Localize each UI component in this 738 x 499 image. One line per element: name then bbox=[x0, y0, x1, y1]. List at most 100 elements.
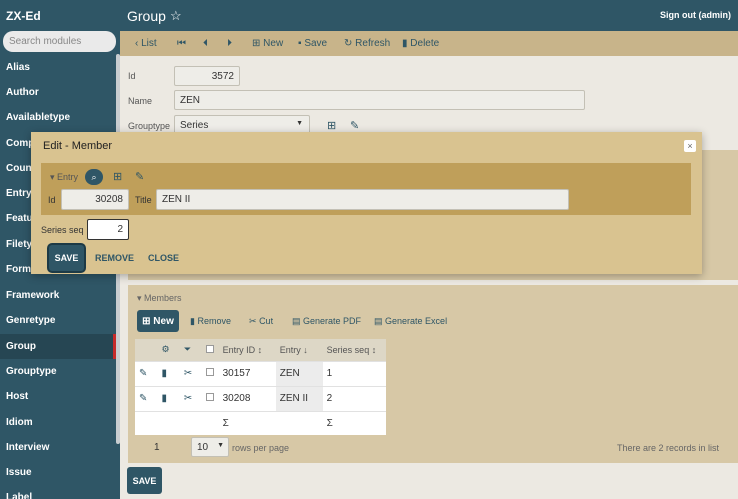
edit-row-icon[interactable]: ✎ bbox=[135, 386, 158, 412]
sum-series-seq: Σ bbox=[322, 411, 386, 437]
sidebar-item-group[interactable]: Group bbox=[0, 334, 116, 359]
sidebar-item-idiom[interactable]: Idiom bbox=[0, 410, 116, 435]
seriesseq-label: Series seq bbox=[41, 225, 84, 235]
module-search-input[interactable]: Search modules bbox=[3, 31, 116, 52]
sum-entry-id: Σ bbox=[218, 411, 276, 437]
generate-excel-button[interactable]: ▤ Generate Excel bbox=[374, 316, 447, 327]
select-all-checkbox[interactable] bbox=[202, 339, 219, 362]
cell-entry-id: 30208 bbox=[218, 386, 276, 412]
members-new-button[interactable]: ⊞ New bbox=[137, 310, 179, 332]
new-label: New bbox=[263, 38, 284, 49]
new-button[interactable]: ⊞ New bbox=[252, 38, 283, 49]
close-icon[interactable]: × bbox=[684, 140, 696, 152]
delete-button[interactable]: ▮ Delete bbox=[402, 38, 439, 49]
grouptype-value: Series bbox=[180, 120, 209, 131]
name-label: Name bbox=[128, 96, 153, 106]
search-entry-icon[interactable]: ⌕ bbox=[85, 169, 103, 185]
refresh-label: Refresh bbox=[355, 38, 391, 49]
list-button[interactable]: ‹ List bbox=[135, 38, 157, 49]
sidebar-item-grouptype[interactable]: Grouptype bbox=[0, 359, 116, 384]
edit-member-dialog: Edit - Member × ▾ Entry ⌕ ⊞ ✎ Id 30208 T… bbox=[31, 132, 702, 274]
cut-row-icon[interactable]: ✂ bbox=[179, 386, 203, 412]
sidebar-item-alias[interactable]: Alias bbox=[0, 55, 116, 80]
sort-icon: ↕ bbox=[371, 344, 377, 355]
dialog-id-label: Id bbox=[48, 195, 56, 205]
members-table: ⚙ ⏷ Entry ID ↕ Entry ↓ Series seq ↕ ✎ ▮ … bbox=[135, 339, 386, 437]
id-field[interactable]: 3572 bbox=[174, 66, 240, 86]
cell-series-seq: 1 bbox=[322, 361, 386, 387]
rows-per-page-select[interactable]: 10 ▼ bbox=[191, 437, 229, 457]
dialog-title-field[interactable]: ZEN II bbox=[156, 189, 569, 210]
sum-spacer bbox=[135, 411, 219, 437]
members-heading[interactable]: ▾ Members bbox=[137, 293, 182, 304]
members-remove-button[interactable]: ▮ Remove bbox=[190, 316, 231, 327]
rows-per-page-label: rows per page bbox=[232, 443, 290, 453]
members-new-label: New bbox=[153, 316, 174, 327]
edit-entry-icon[interactable]: ✎ bbox=[135, 170, 144, 183]
save-label: Save bbox=[304, 38, 328, 49]
col-series-seq-label: Series seq bbox=[326, 344, 370, 355]
dropdown-arrow-icon: ▼ bbox=[217, 442, 224, 449]
save-button[interactable]: ▪ Save bbox=[298, 38, 327, 49]
delete-row-icon[interactable]: ▮ bbox=[157, 386, 180, 412]
sidebar-item-interview[interactable]: Interview bbox=[0, 435, 116, 460]
first-page-icon[interactable]: ⏮ bbox=[177, 38, 186, 49]
sidebar-item-framework[interactable]: Framework bbox=[0, 283, 116, 308]
dialog-id-field[interactable]: 30208 bbox=[61, 189, 129, 210]
cell-series-seq: 2 bbox=[322, 386, 386, 412]
add-entry-icon[interactable]: ⊞ bbox=[113, 170, 122, 183]
filter-icon[interactable]: ⏷ bbox=[179, 339, 203, 362]
current-page[interactable]: 1 bbox=[154, 442, 160, 453]
next-page-icon[interactable]: ⏵ bbox=[227, 38, 232, 49]
edit-row-icon[interactable]: ✎ bbox=[135, 361, 158, 387]
table-sum-row: Σ Σ bbox=[135, 411, 386, 437]
signout-link[interactable]: Sign out (admin) bbox=[660, 10, 731, 20]
sidebar-item-label[interactable]: Label bbox=[0, 485, 116, 499]
pdf-icon: ▤ bbox=[292, 316, 301, 326]
refresh-button[interactable]: ↻ Refresh bbox=[344, 38, 390, 49]
chevron-left-icon: ‹ bbox=[135, 38, 139, 49]
seriesseq-field[interactable]: 2 bbox=[87, 219, 129, 240]
footer-save-button[interactable]: SAVE bbox=[127, 467, 162, 494]
toolbar: ‹ List ⏮ ⏴ ⏵ ⊞ New ▪ Save ↻ Refresh ▮ De… bbox=[120, 31, 738, 56]
dialog-save-button[interactable]: SAVE bbox=[49, 245, 84, 271]
records-info: There are 2 records in list bbox=[616, 443, 719, 453]
entry-section-toggle[interactable]: ▾ Entry bbox=[50, 172, 78, 183]
favorite-star-icon[interactable]: ☆ bbox=[170, 8, 182, 24]
row-checkbox[interactable] bbox=[202, 361, 219, 387]
previous-page-icon[interactable]: ⏴ bbox=[203, 38, 208, 49]
dialog-close-button[interactable]: CLOSE bbox=[148, 253, 179, 263]
app-brand: ZX-Ed bbox=[6, 9, 41, 23]
sidebar-item-genretype[interactable]: Genretype bbox=[0, 308, 116, 333]
members-cut-button[interactable]: ✂ Cut bbox=[249, 316, 273, 327]
sidebar-item-author[interactable]: Author bbox=[0, 80, 116, 105]
sidebar-item-availabletype[interactable]: Availabletype bbox=[0, 105, 116, 130]
edit-grouptype-icon[interactable]: ✎ bbox=[350, 119, 359, 132]
row-checkbox[interactable] bbox=[202, 386, 219, 412]
generate-pdf-label: Generate PDF bbox=[303, 316, 362, 326]
delete-row-icon[interactable]: ▮ bbox=[157, 361, 180, 387]
top-bar: Group ☆ Sign out (admin) bbox=[120, 0, 738, 31]
dialog-remove-button[interactable]: REMOVE bbox=[95, 253, 134, 263]
floppy-icon: ▪ bbox=[298, 38, 302, 49]
table-row[interactable]: ✎ ▮ ✂ 30157 ZEN 1 bbox=[135, 361, 386, 387]
col-series-seq[interactable]: Series seq ↕ bbox=[322, 339, 386, 362]
members-cut-label: Cut bbox=[259, 316, 274, 326]
generate-excel-label: Generate Excel bbox=[385, 316, 448, 326]
collapse-arrow-icon: ▾ bbox=[50, 172, 55, 182]
checkbox-icon bbox=[206, 393, 215, 401]
cut-row-icon[interactable]: ✂ bbox=[179, 361, 203, 387]
add-grouptype-icon[interactable]: ⊞ bbox=[327, 119, 336, 132]
id-label: Id bbox=[128, 71, 136, 81]
sidebar-item-host[interactable]: Host bbox=[0, 384, 116, 409]
sidebar-item-issue[interactable]: Issue bbox=[0, 460, 116, 485]
cell-entry: ZEN bbox=[275, 361, 323, 387]
table-row[interactable]: ✎ ▮ ✂ 30208 ZEN II 2 bbox=[135, 386, 386, 412]
settings-icon[interactable]: ⚙ bbox=[157, 339, 180, 362]
dialog-title-label: Title bbox=[135, 195, 152, 205]
col-entry-id[interactable]: Entry ID ↕ bbox=[218, 339, 276, 362]
generate-pdf-button[interactable]: ▤ Generate PDF bbox=[292, 316, 361, 327]
grouptype-label: Grouptype bbox=[128, 121, 171, 131]
name-field[interactable]: ZEN bbox=[174, 90, 585, 110]
col-entry[interactable]: Entry ↓ bbox=[275, 339, 323, 362]
